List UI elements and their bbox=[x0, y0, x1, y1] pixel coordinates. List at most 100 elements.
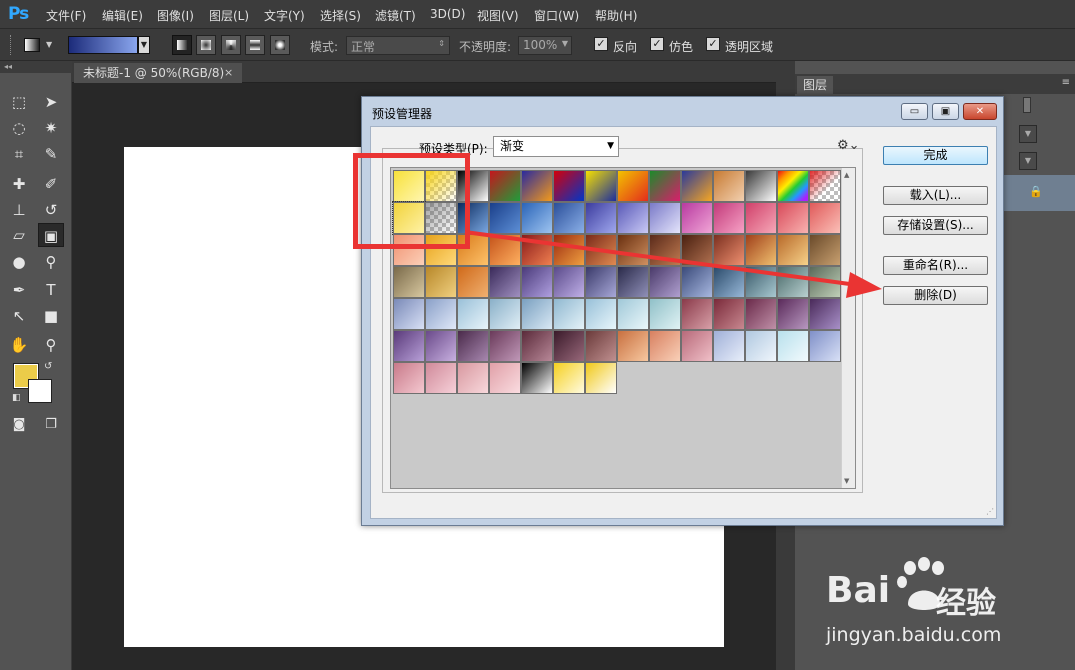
pen-tool-icon[interactable]: ✒ bbox=[6, 278, 32, 302]
dodge-tool-icon[interactable]: ⚲ bbox=[38, 250, 64, 274]
menu-view[interactable]: 视图(V) bbox=[477, 7, 519, 24]
gradient-swatch[interactable] bbox=[681, 298, 713, 330]
gradient-swatch[interactable] bbox=[809, 234, 841, 266]
chevron-down-icon[interactable]: ▼ bbox=[562, 39, 568, 48]
chevron-down-icon[interactable]: ▼ bbox=[46, 40, 52, 49]
gradient-swatch[interactable] bbox=[777, 202, 809, 234]
gradient-swatch[interactable] bbox=[777, 298, 809, 330]
eyedropper-tool-icon[interactable]: ✎ bbox=[38, 142, 64, 166]
gradient-swatch[interactable] bbox=[393, 362, 425, 394]
gradient-swatch[interactable] bbox=[681, 170, 713, 202]
gradient-swatch[interactable] bbox=[489, 202, 521, 234]
clone-stamp-tool-icon[interactable]: ⊥ bbox=[6, 198, 32, 222]
gradient-swatch[interactable] bbox=[489, 266, 521, 298]
gradient-swatch[interactable] bbox=[393, 298, 425, 330]
gradient-swatch[interactable] bbox=[457, 330, 489, 362]
transparency-checkbox[interactable]: ✓ bbox=[706, 37, 720, 51]
opacity-slider-handle[interactable] bbox=[1023, 97, 1031, 113]
gradient-swatch[interactable] bbox=[617, 330, 649, 362]
gradient-swatch[interactable] bbox=[681, 330, 713, 362]
gradient-swatch[interactable] bbox=[649, 266, 681, 298]
gradient-swatch[interactable] bbox=[745, 202, 777, 234]
swatch-scrollbar[interactable]: ▲ ▼ bbox=[841, 168, 855, 488]
menu-image[interactable]: 图像(I) bbox=[157, 7, 194, 24]
brush-tool-icon[interactable]: ✐ bbox=[38, 172, 64, 196]
gradient-swatch[interactable] bbox=[585, 266, 617, 298]
radial-gradient-button[interactable] bbox=[196, 35, 216, 55]
zoom-tool-icon[interactable]: ⚲ bbox=[38, 333, 64, 357]
gradient-swatch[interactable] bbox=[489, 298, 521, 330]
gradient-swatch[interactable] bbox=[745, 298, 777, 330]
gradient-swatch[interactable] bbox=[585, 234, 617, 266]
gradient-swatch[interactable] bbox=[745, 330, 777, 362]
gradient-swatch[interactable] bbox=[681, 234, 713, 266]
gradient-swatch[interactable] bbox=[553, 170, 585, 202]
gradient-swatch[interactable] bbox=[649, 234, 681, 266]
gradient-swatch[interactable] bbox=[521, 266, 553, 298]
gradient-swatch[interactable] bbox=[521, 362, 553, 394]
screen-mode-icon[interactable]: ❐ bbox=[38, 413, 64, 437]
mode-select[interactable]: 正常 ⇕ bbox=[346, 36, 450, 55]
gradient-swatch[interactable] bbox=[777, 330, 809, 362]
gradient-swatch[interactable] bbox=[745, 234, 777, 266]
preset-type-select[interactable]: 渐变 ▼ bbox=[493, 136, 619, 157]
gradient-swatch[interactable] bbox=[393, 266, 425, 298]
swap-colors-icon[interactable]: ↺ bbox=[44, 361, 52, 372]
marquee-tool-icon[interactable]: ⬚ bbox=[6, 90, 32, 114]
gradient-swatch[interactable] bbox=[617, 234, 649, 266]
gradient-swatch[interactable] bbox=[713, 298, 745, 330]
rename-button[interactable]: 重命名(R)... bbox=[883, 256, 988, 275]
gradient-swatch[interactable] bbox=[553, 202, 585, 234]
toolbox-collapse-icon[interactable]: ◂◂ bbox=[0, 61, 72, 73]
menu-edit[interactable]: 编辑(E) bbox=[102, 7, 143, 24]
magic-wand-tool-icon[interactable]: ✷ bbox=[38, 116, 64, 140]
gradient-swatch[interactable] bbox=[809, 298, 841, 330]
maximize-icon[interactable]: ▣ bbox=[932, 103, 959, 120]
gradient-swatch[interactable] bbox=[553, 362, 585, 394]
minimize-icon[interactable]: ▭ bbox=[901, 103, 928, 120]
gradient-swatch[interactable] bbox=[745, 170, 777, 202]
gradient-swatch[interactable] bbox=[521, 170, 553, 202]
gradient-swatch[interactable] bbox=[489, 362, 521, 394]
move-tool-icon[interactable]: ➤ bbox=[38, 90, 64, 114]
linear-gradient-button[interactable] bbox=[172, 35, 192, 55]
gradient-swatch[interactable] bbox=[393, 330, 425, 362]
opacity-field[interactable]: 100% ▼ bbox=[518, 36, 572, 55]
history-brush-tool-icon[interactable]: ↺ bbox=[38, 198, 64, 222]
gradient-swatch[interactable] bbox=[777, 170, 809, 202]
gradient-swatch[interactable] bbox=[553, 298, 585, 330]
gradient-swatch[interactable] bbox=[521, 330, 553, 362]
delete-button[interactable]: 删除(D) bbox=[883, 286, 988, 305]
close-icon[interactable]: × bbox=[224, 63, 233, 83]
eraser-tool-icon[interactable]: ▱ bbox=[6, 223, 32, 247]
dialog-close-icon[interactable]: ✕ bbox=[963, 103, 997, 120]
gradient-swatch[interactable] bbox=[681, 202, 713, 234]
gradient-swatch[interactable] bbox=[489, 234, 521, 266]
gradient-swatch[interactable] bbox=[489, 330, 521, 362]
gradient-swatch[interactable] bbox=[585, 202, 617, 234]
gradient-swatch[interactable] bbox=[585, 298, 617, 330]
diamond-gradient-button[interactable] bbox=[270, 35, 290, 55]
healing-brush-tool-icon[interactable]: ✚ bbox=[6, 172, 32, 196]
angle-gradient-button[interactable] bbox=[221, 35, 241, 55]
gradient-picker-arrow-icon[interactable]: ▼ bbox=[138, 36, 150, 54]
gradient-swatch[interactable] bbox=[649, 202, 681, 234]
options-bar-grip[interactable] bbox=[10, 35, 12, 55]
gradient-swatch[interactable] bbox=[649, 170, 681, 202]
gradient-swatch[interactable] bbox=[425, 362, 457, 394]
gradient-swatch[interactable] bbox=[521, 234, 553, 266]
gradient-swatch[interactable] bbox=[457, 298, 489, 330]
gradient-swatch[interactable] bbox=[809, 170, 841, 202]
gradient-swatch[interactable] bbox=[809, 330, 841, 362]
dither-checkbox[interactable]: ✓ bbox=[650, 37, 664, 51]
gradient-swatch[interactable] bbox=[713, 330, 745, 362]
gradient-tool-icon[interactable]: ▣ bbox=[38, 223, 64, 247]
gradient-swatch[interactable] bbox=[809, 202, 841, 234]
menu-help[interactable]: 帮助(H) bbox=[595, 7, 637, 24]
gradient-swatch[interactable] bbox=[585, 170, 617, 202]
gradient-swatch[interactable] bbox=[777, 266, 809, 298]
menu-3d[interactable]: 3D(D) bbox=[430, 7, 465, 21]
tab-layers[interactable]: 图层 bbox=[797, 76, 833, 94]
gradient-swatch[interactable] bbox=[713, 266, 745, 298]
chevron-down-icon[interactable]: ▼ bbox=[1019, 125, 1037, 143]
